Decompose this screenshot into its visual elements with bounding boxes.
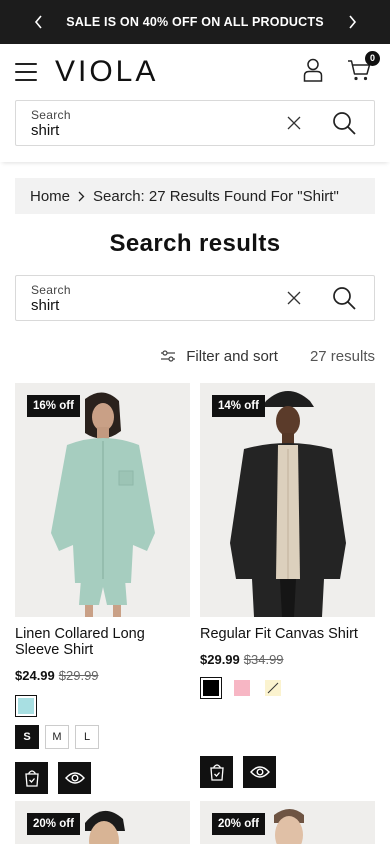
product-photo-man-black-shirt	[200, 383, 375, 617]
menu-line	[15, 79, 37, 81]
main-search-box: Search shirt	[15, 275, 375, 321]
header-bar: VIOLA 0	[0, 44, 390, 100]
breadcrumb-separator	[78, 191, 85, 202]
product-price: $24.99 $29.99	[15, 668, 190, 683]
results-count: 27 results	[309, 347, 375, 365]
header-search-box: Search shirt	[15, 100, 375, 146]
breadcrumb-home-link[interactable]: Home	[30, 188, 70, 205]
search-icon	[333, 112, 356, 135]
quick-view-button[interactable]	[58, 762, 91, 794]
swatch-unavailable-icon	[265, 680, 281, 696]
page-title: Search results	[109, 230, 281, 257]
shopping-bag-icon	[209, 764, 224, 781]
product-image[interactable]: 14% off	[200, 383, 375, 617]
user-icon	[303, 58, 323, 82]
product-price: $29.99 $34.99	[200, 652, 375, 667]
search-value: shirt	[31, 296, 60, 314]
product-title[interactable]: Linen Collared Long Sleeve Shirt	[15, 626, 190, 658]
sale-price: $29.99	[200, 652, 240, 667]
eye-icon	[64, 772, 85, 784]
clear-search-button[interactable]	[274, 276, 314, 320]
product-card: 20% off	[15, 801, 190, 844]
main-search-input[interactable]: Search shirt	[16, 283, 274, 314]
chevron-left-icon	[34, 15, 42, 29]
breadcrumb: Home Search: 27 Results Found For "Shirt…	[15, 178, 375, 214]
add-to-cart-button[interactable]	[15, 762, 48, 794]
product-card: 20% off	[200, 801, 375, 844]
cart-count-badge: 0	[365, 50, 380, 66]
previous-announcement-button[interactable]	[30, 14, 46, 30]
quick-view-button[interactable]	[243, 756, 276, 788]
menu-button[interactable]	[15, 63, 37, 81]
filter-row: Filter and sort 27 results	[0, 345, 390, 367]
product-image[interactable]: 20% off	[15, 801, 190, 844]
compare-price: $34.99	[243, 652, 284, 667]
filter-sort-label: Filter and sort	[186, 347, 278, 365]
search-icon	[333, 287, 356, 310]
announcement-text: SALE IS ON 40% OFF ON ALL PRODUCTS	[66, 15, 324, 29]
product-image[interactable]: 16% off	[15, 383, 190, 617]
discount-badge: 20% off	[212, 813, 265, 835]
color-swatch[interactable]	[231, 677, 253, 699]
clear-search-button[interactable]	[274, 101, 314, 145]
color-swatch[interactable]	[262, 677, 284, 699]
chevron-right-icon	[78, 191, 85, 201]
color-swatches	[200, 677, 375, 699]
cart-button[interactable]: 0	[347, 50, 380, 86]
header-search-input[interactable]: Search shirt	[16, 108, 274, 139]
breadcrumb-current: Search: 27 Results Found For "Shirt"	[93, 187, 339, 205]
product-grid: 16% off Linen Collared Long Sleeve Shirt…	[15, 383, 375, 794]
account-button[interactable]	[303, 58, 323, 87]
product-image[interactable]: 20% off	[200, 801, 375, 844]
size-option[interactable]: S	[15, 725, 39, 749]
menu-line	[15, 63, 37, 65]
eye-icon	[249, 766, 270, 778]
product-card: 14% off Regular Fit Canvas Shirt $29.99 $…	[200, 383, 375, 794]
chevron-right-icon	[348, 15, 356, 29]
search-label: Search	[31, 282, 71, 297]
announcement-bar: SALE IS ON 40% OFF ON ALL PRODUCTS	[0, 0, 390, 44]
color-swatches	[15, 695, 190, 717]
color-swatch[interactable]	[15, 695, 37, 717]
next-announcement-button[interactable]	[344, 14, 360, 30]
site-header: VIOLA 0 Search shirt	[0, 44, 390, 162]
submit-search-button[interactable]	[320, 276, 368, 320]
add-to-cart-button[interactable]	[200, 756, 233, 788]
discount-badge: 14% off	[212, 395, 265, 417]
search-label: Search	[31, 107, 71, 122]
close-icon	[287, 116, 301, 130]
product-actions	[15, 762, 190, 794]
search-value: shirt	[31, 121, 60, 139]
size-option[interactable]: M	[45, 725, 69, 749]
menu-line	[15, 71, 37, 73]
sale-price: $24.99	[15, 668, 55, 683]
size-option[interactable]: L	[75, 725, 99, 749]
color-swatch[interactable]	[200, 677, 222, 699]
size-options: S M L	[15, 725, 190, 749]
submit-search-button[interactable]	[320, 101, 368, 145]
discount-badge: 16% off	[27, 395, 80, 417]
shopping-bag-icon	[24, 770, 39, 787]
site-logo[interactable]: VIOLA	[55, 55, 158, 89]
product-photo-woman-mint-shirt	[15, 383, 190, 617]
product-card: 16% off Linen Collared Long Sleeve Shirt…	[15, 383, 190, 794]
header-icons: 0	[303, 50, 380, 87]
sliders-icon	[161, 350, 176, 362]
close-icon	[287, 291, 301, 305]
product-title[interactable]: Regular Fit Canvas Shirt	[200, 626, 375, 642]
product-grid-row-2: 20% off 20% off	[15, 801, 375, 844]
discount-badge: 20% off	[27, 813, 80, 835]
product-actions	[200, 756, 375, 788]
filter-sort-button[interactable]: Filter and sort	[160, 348, 278, 365]
compare-price: $29.99	[58, 668, 99, 683]
